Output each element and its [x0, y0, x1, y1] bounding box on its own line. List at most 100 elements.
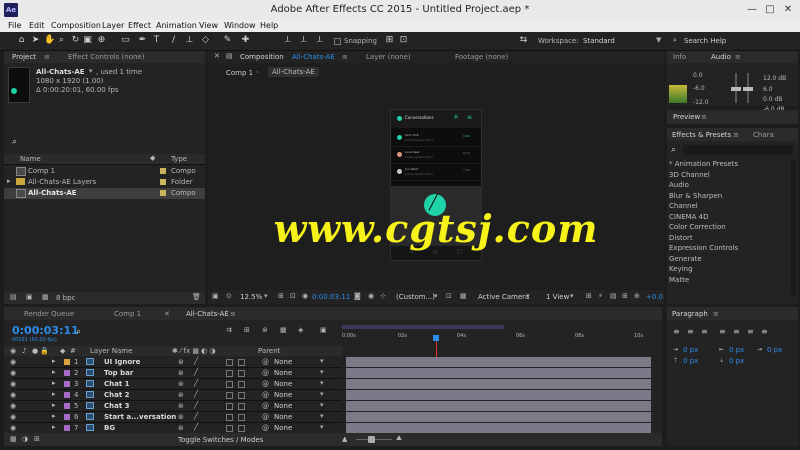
breadcrumb-all-chats[interactable]: All-Chats-AE [268, 67, 319, 77]
effects-presets-tab[interactable]: Effects & Presets [672, 131, 731, 139]
visibility-eye-icon[interactable]: ◉ [10, 424, 16, 432]
motion-blur-switch[interactable] [226, 381, 233, 388]
layer-duration-bar[interactable] [346, 357, 651, 368]
project-item-comp1[interactable]: Comp 1 Compo [4, 166, 205, 177]
snap-grid-icon[interactable]: ⊡ [398, 35, 409, 46]
effects-item[interactable]: Matte [669, 276, 689, 284]
shy-switch-icon[interactable]: ⊛ [178, 413, 184, 421]
work-area-bar[interactable] [342, 325, 504, 329]
quality-switch-icon[interactable]: ╱ [194, 357, 198, 365]
menu-window[interactable]: Window [224, 21, 256, 30]
snap-options-icon[interactable]: ⊞ [384, 35, 395, 46]
paragraph-tab[interactable]: Paragraph [672, 310, 708, 318]
layer-number-header[interactable]: # [70, 347, 76, 355]
hand-tool-icon[interactable]: ✋ [44, 35, 55, 46]
project-item-all-chats[interactable]: All-Chats-AE Compo [4, 188, 205, 199]
indent-left-field[interactable]: 0 px [683, 346, 698, 354]
toggle-switches-modes[interactable]: Toggle Switches / Modes [178, 436, 263, 444]
breadcrumb-comp1[interactable]: Comp 1 [226, 69, 253, 77]
layer-row[interactable]: ◉ ▸ 4 Chat 2 ⊛ ╱ @ None ▾ [10, 390, 342, 401]
roto-brush-icon[interactable]: ✎ [222, 35, 233, 46]
effects-item[interactable]: Channel [669, 202, 698, 210]
3d-layer-switch[interactable] [238, 359, 245, 366]
shy-switch-icon[interactable]: ⊛ [178, 402, 184, 410]
visibility-eye-icon[interactable]: ◉ [10, 369, 16, 377]
workspace-select[interactable]: Standard [583, 37, 615, 45]
solo-column-icon[interactable]: ● [32, 347, 38, 355]
zoom-slider-thumb[interactable] [368, 436, 375, 443]
in-out-toggle-icon[interactable]: ⊞ [34, 435, 40, 443]
parent-chevron-icon[interactable]: ▾ [320, 357, 324, 365]
audio-tab[interactable]: Audio [711, 53, 731, 61]
effects-item[interactable]: Blur & Sharpen [669, 192, 722, 200]
frame-blending-icon[interactable]: ▦ [280, 326, 287, 334]
search-help-input[interactable]: Search Help [684, 37, 726, 45]
timeline-timecode[interactable]: 0:00:03:11 [12, 324, 79, 337]
comp-timecode[interactable]: 0:00:03:11 [312, 293, 350, 301]
twirl-arrow-icon[interactable]: ▸ [52, 368, 56, 376]
justify-right-icon[interactable]: ≡ [747, 327, 754, 336]
camera-tool-icon[interactable]: ▣ [82, 35, 93, 46]
comp-mini-flowchart-icon[interactable]: ⇉ [226, 326, 232, 334]
pick-whip-icon[interactable]: @ [262, 424, 269, 432]
composition-tab-name[interactable]: All-Chats-AE [292, 53, 335, 61]
resolution-select[interactable]: (Custom...) [396, 293, 435, 301]
pick-whip-icon[interactable]: @ [262, 413, 269, 421]
pick-whip-icon[interactable]: @ [262, 380, 269, 388]
switches-header-icon[interactable]: ✱ ⁄ fx ▦ ◐ ◑ [172, 347, 216, 355]
resolution-chevron-icon[interactable]: ▾ [434, 292, 438, 300]
lock-column-icon[interactable]: 🔒 [40, 347, 49, 355]
camera-icon[interactable]: ◙ [354, 292, 361, 300]
space-before-field[interactable]: 0 px [683, 357, 698, 365]
character-tab[interactable]: Chara [753, 131, 774, 139]
brush-tool-icon[interactable]: / [168, 35, 179, 46]
flowchart-icon[interactable]: ⊞ [622, 292, 628, 300]
tab-menu-icon[interactable]: ≡ [230, 310, 236, 318]
tab-menu-icon[interactable]: ≡ [701, 113, 707, 121]
zoom-out-icon[interactable]: ▲ [342, 435, 347, 443]
twirl-arrow-icon[interactable]: ▸ [52, 379, 56, 387]
effects-item[interactable]: * Animation Presets [669, 160, 738, 168]
label-tag-icon[interactable]: ◆ [150, 154, 155, 162]
rotate-tool-icon[interactable]: ↻ [70, 35, 81, 46]
layer-name[interactable]: Top bar [104, 369, 133, 377]
effects-search-input[interactable] [683, 145, 793, 155]
menu-help[interactable]: Help [260, 21, 278, 30]
shy-layers-icon[interactable]: ⊛ [262, 326, 268, 334]
parent-select[interactable]: None [274, 402, 292, 410]
view-chevron-icon[interactable]: ▾ [570, 292, 574, 300]
label-color-swatch[interactable] [64, 370, 70, 376]
motion-blur-switch[interactable] [226, 414, 233, 421]
time-ruler[interactable]: 0:00s 02s 04s 06s 08s 10s [342, 333, 648, 342]
label-color-swatch[interactable] [160, 168, 166, 174]
menu-edit[interactable]: Edit [29, 21, 45, 30]
audio-fader-handle[interactable] [731, 87, 741, 91]
layer-row[interactable]: ◉ ▸ 6 Start a...versation ⊛ ╱ @ None ▾ [10, 412, 342, 423]
layer-name[interactable]: Chat 3 [104, 402, 130, 410]
motion-blur-switch[interactable] [226, 403, 233, 410]
draft-3d-icon[interactable]: ⊞ [244, 326, 250, 334]
expand-arrow-icon[interactable]: ▸ [7, 177, 11, 185]
label-color-swatch[interactable] [64, 381, 70, 387]
bpc-label[interactable]: 8 bpc [56, 294, 75, 302]
region-icon[interactable]: ⊹ [380, 292, 386, 300]
grid-icon[interactable]: ⊡ [290, 292, 296, 300]
justify-left-icon[interactable]: ≡ [719, 327, 726, 336]
twirl-arrow-icon[interactable]: ▸ [52, 357, 56, 365]
layer-row[interactable]: ◉ ▸ 5 Chat 3 ⊛ ╱ @ None ▾ [10, 401, 342, 412]
layer-name[interactable]: Start a...versation [104, 413, 176, 421]
view-layout-select[interactable]: 1 View [546, 293, 569, 301]
region-of-interest-icon[interactable]: ⊡ [446, 292, 452, 300]
align-center-icon[interactable]: ≡ [687, 327, 694, 336]
label-color-swatch[interactable] [64, 359, 70, 365]
effects-item[interactable]: Distort [669, 234, 693, 242]
parent-chevron-icon[interactable]: ▾ [320, 379, 324, 387]
transfer-controls-toggle-icon[interactable]: ◑ [22, 435, 28, 443]
mask-visibility-icon[interactable]: ⊙ [226, 292, 232, 300]
motion-blur-switch[interactable] [226, 370, 233, 377]
project-search-input[interactable] [22, 137, 202, 147]
label-color-swatch[interactable] [64, 414, 70, 420]
pan-behind-tool-icon[interactable]: ⊕ [96, 35, 107, 46]
parent-header[interactable]: Parent [258, 347, 280, 355]
quality-switch-icon[interactable]: ╱ [194, 390, 198, 398]
